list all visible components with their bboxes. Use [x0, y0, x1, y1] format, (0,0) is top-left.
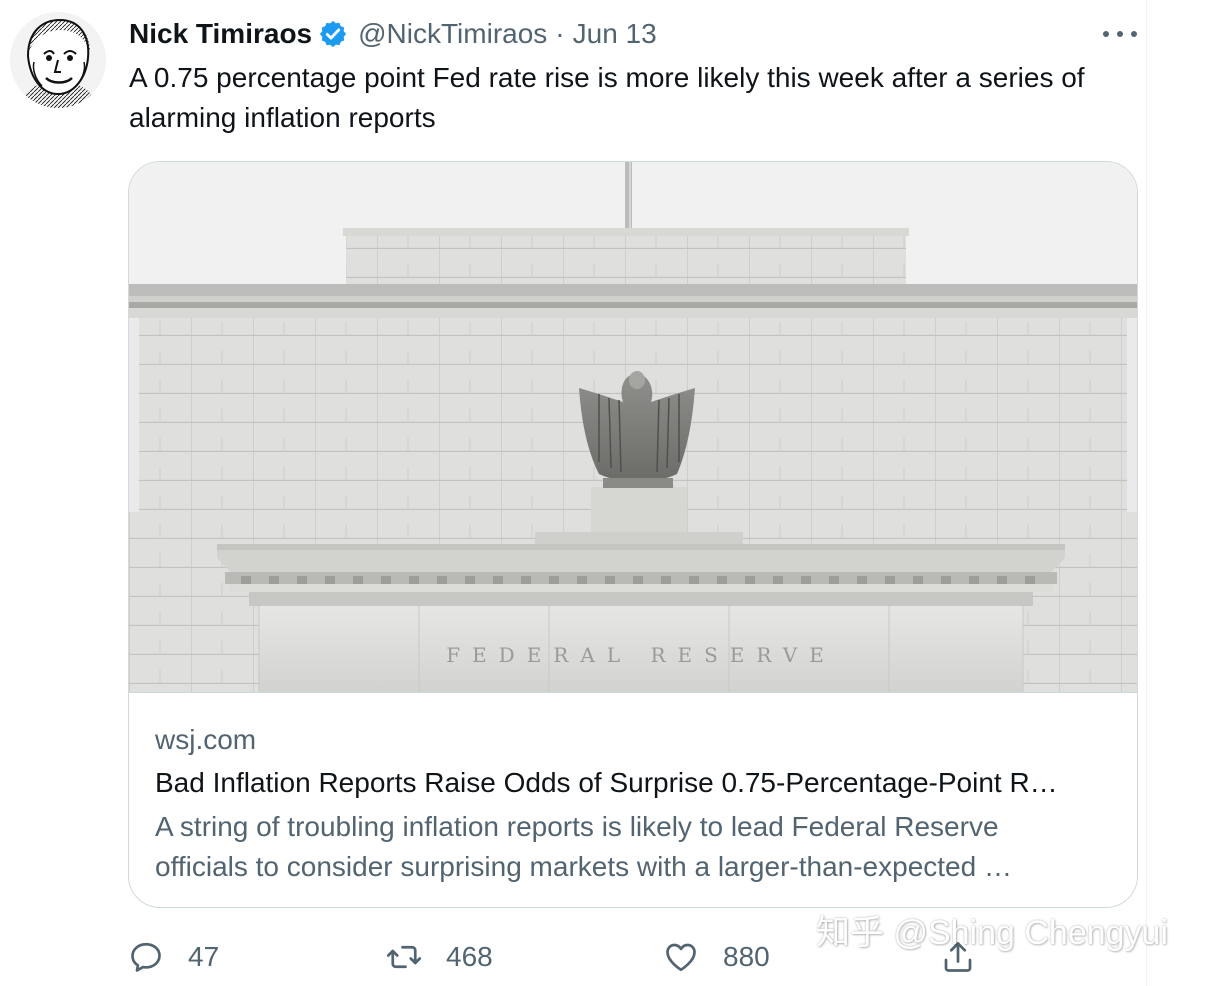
reply-count: 47 — [188, 941, 220, 972]
more-dot — [1103, 31, 1109, 37]
like-button[interactable]: 880 — [663, 932, 770, 982]
building-inscription: FEDERAL RESERVE — [446, 643, 836, 667]
link-card[interactable]: FEDERAL RESERVE wsj.com Bad Inflation Re… — [128, 161, 1138, 908]
author-name[interactable]: Nick Timiraos — [129, 14, 312, 54]
card-divider — [129, 692, 1137, 693]
tweet-date[interactable]: Jun 13 — [573, 14, 657, 54]
retweet-icon — [386, 945, 422, 969]
more-dot — [1131, 31, 1137, 37]
card-domain: wsj.com — [155, 724, 257, 755]
tweet-text: A 0.75 percentage point Fed rate rise is… — [129, 62, 1085, 133]
retweet-button[interactable]: 468 — [386, 932, 493, 982]
verified-badge-icon — [320, 20, 347, 48]
tweet-header: Nick Timiraos @NickTimiraos · Jun 13 — [129, 14, 657, 54]
like-count: 880 — [723, 941, 770, 972]
card-title: Bad Inflation Reports Raise Odds of Surp… — [155, 767, 1058, 798]
author-handle[interactable]: @NickTimiraos — [358, 14, 547, 54]
more-dot — [1117, 31, 1123, 37]
reply-button[interactable]: 47 — [128, 932, 219, 982]
watermark-text: 知乎 @Shing Chengyui — [816, 914, 1169, 952]
card-description: A string of troubling inflation reports … — [155, 811, 1012, 882]
author-avatar[interactable] — [10, 12, 106, 108]
right-panel-edge — [1146, 0, 1224, 986]
retweet-count: 468 — [446, 941, 493, 972]
heart-icon — [666, 943, 696, 972]
reply-icon — [131, 942, 161, 972]
federal-reserve-building-image: FEDERAL RESERVE — [129, 162, 1137, 692]
avatar-portrait-icon — [10, 12, 106, 108]
more-options-icon[interactable] — [1103, 24, 1137, 44]
header-separator: · — [555, 18, 565, 49]
